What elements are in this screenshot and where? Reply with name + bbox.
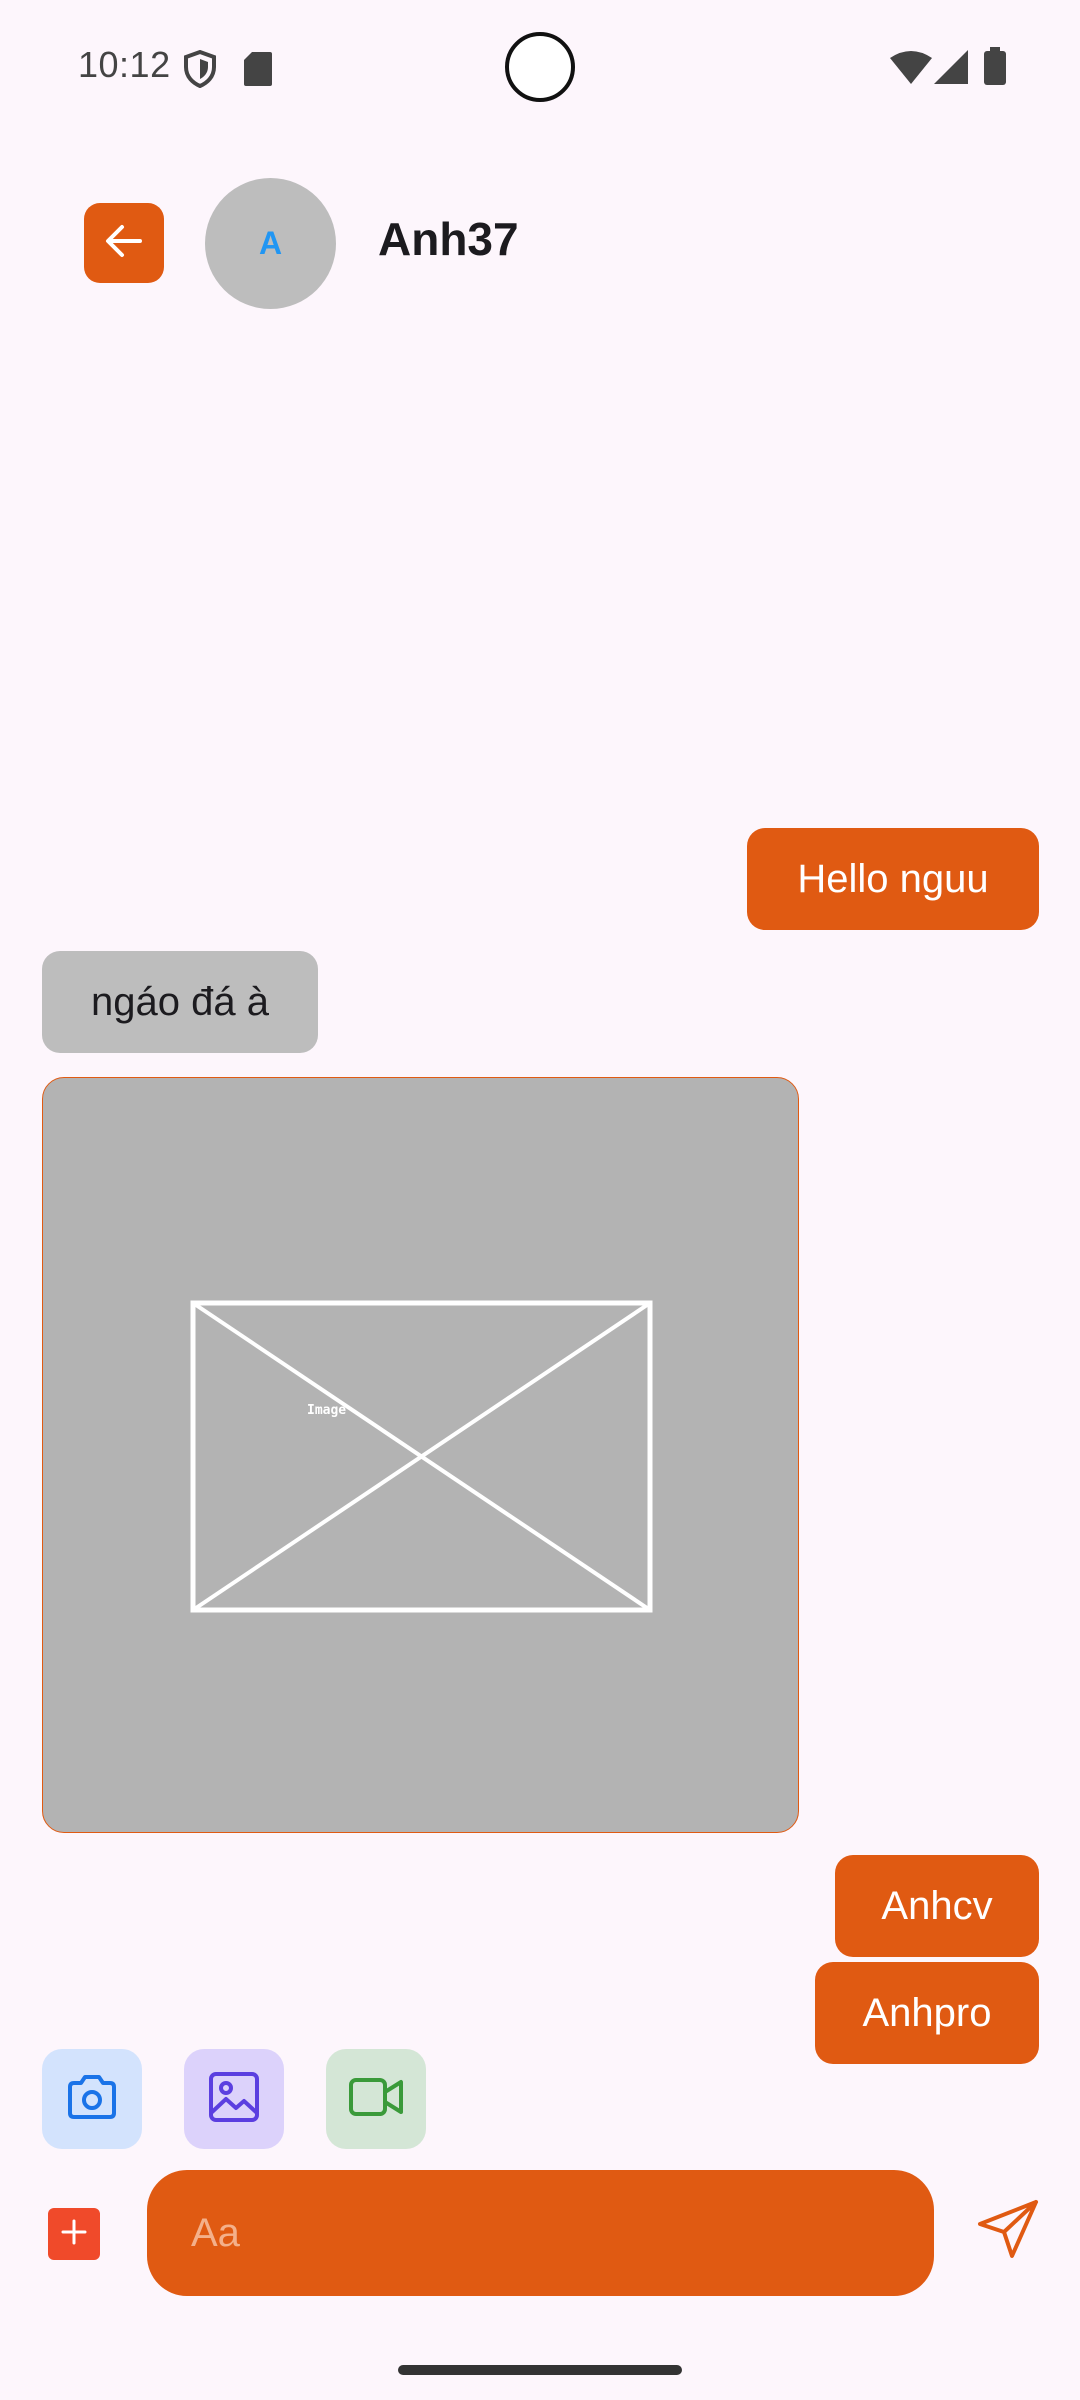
contact-avatar[interactable]: A: [205, 178, 336, 309]
camera-button[interactable]: [42, 2049, 142, 2149]
message-text: Anhpro: [862, 1990, 992, 2035]
message-bubble-sent[interactable]: Anhpro: [815, 1962, 1039, 2064]
image-placeholder-label: Image: [307, 1403, 346, 1418]
gallery-button[interactable]: [184, 2049, 284, 2149]
send-button[interactable]: [972, 2196, 1044, 2268]
arrow-left-icon: [104, 223, 144, 264]
camera-icon: [66, 2073, 118, 2126]
send-icon: [976, 2198, 1040, 2267]
wifi-icon: [890, 50, 932, 89]
video-button[interactable]: [326, 2049, 426, 2149]
add-button[interactable]: [48, 2208, 100, 2260]
image-placeholder-icon: Image: [190, 1300, 653, 1613]
message-bubble-received[interactable]: ngáo đá à: [42, 951, 318, 1053]
back-button[interactable]: [84, 203, 164, 283]
battery-icon: [984, 47, 1006, 90]
message-text: Anhcv: [881, 1883, 993, 1928]
message-bubble-sent[interactable]: Anhcv: [835, 1855, 1039, 1957]
message-text: ngáo đá à: [91, 979, 269, 1024]
contact-name: Anh37: [378, 213, 519, 265]
sd-card-icon: [244, 52, 272, 91]
message-input[interactable]: [147, 2170, 934, 2296]
front-camera: [505, 32, 575, 102]
chat-screen: 10:12 A Anh37 Hello nguu ngáo đá à Image: [0, 0, 1080, 2400]
message-text: Hello nguu: [797, 856, 989, 901]
image-message[interactable]: Image: [42, 1077, 799, 1833]
video-icon: [348, 2077, 404, 2122]
message-bubble-sent[interactable]: Hello nguu: [747, 828, 1039, 930]
plus-icon: [60, 2218, 88, 2251]
avatar-initial: A: [258, 225, 283, 261]
home-indicator[interactable]: [398, 2365, 682, 2375]
image-icon: [208, 2071, 260, 2128]
status-time: 10:12: [78, 44, 171, 85]
shield-icon: [183, 49, 217, 93]
signal-icon: [934, 50, 968, 89]
